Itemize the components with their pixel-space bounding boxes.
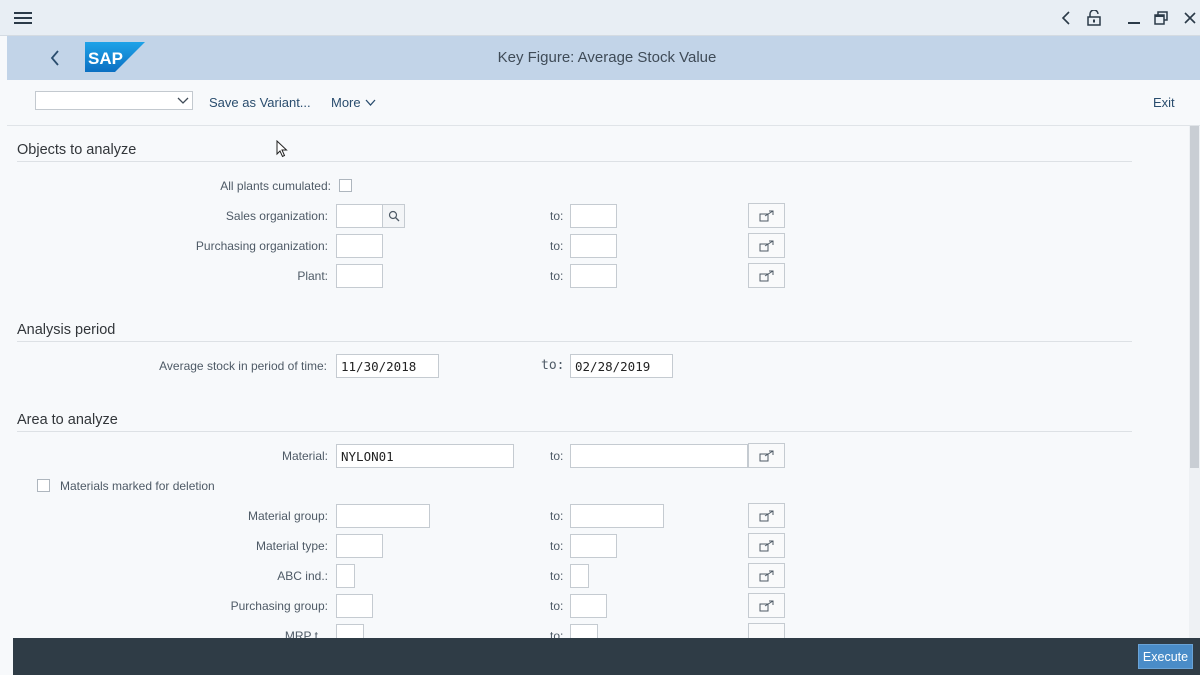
purch-group-to-input[interactable] [570, 594, 607, 618]
multiple-selection-icon[interactable] [748, 503, 785, 528]
material-to-label: to: [550, 449, 564, 463]
section-divider [17, 431, 1132, 432]
section-divider [17, 341, 1132, 342]
page-title: Key Figure: Average Stock Value [497, 49, 717, 66]
selection-screen: Objects to analyze All plants cumulated:… [7, 126, 1189, 638]
exit-button[interactable]: Exit [1153, 95, 1175, 110]
purch-group-to-label: to: [550, 599, 564, 613]
section-divider [17, 161, 1132, 162]
material-type-label: Material type: [255, 539, 328, 553]
multiple-selection-icon[interactable] [748, 623, 785, 638]
plant-to-label: to: [550, 269, 564, 283]
minimize-icon[interactable] [1122, 6, 1146, 30]
mrp-type-to-label: to: [550, 629, 564, 638]
purch-org-from-input[interactable] [336, 234, 383, 258]
multiple-selection-icon[interactable] [748, 233, 785, 258]
mrp-type-label: MRP t... [284, 629, 328, 638]
mouse-cursor-icon [276, 139, 288, 163]
window-titlebar [0, 0, 1200, 36]
purch-org-to-label: to: [550, 239, 564, 253]
mrp-type-from-input[interactable] [336, 624, 364, 638]
material-label: Material: [281, 449, 328, 463]
period-from-input[interactable] [336, 354, 439, 378]
material-type-to-label: to: [550, 539, 564, 553]
material-group-to-input[interactable] [570, 504, 664, 528]
abc-to-input[interactable] [570, 564, 589, 588]
sales-org-from-input[interactable] [336, 204, 383, 228]
material-from-input[interactable] [336, 444, 514, 468]
purch-org-label: Purchasing organization: [195, 239, 328, 253]
period-to-label: to: [541, 358, 565, 373]
more-label: More [331, 95, 361, 110]
sales-org-to-label: to: [550, 209, 564, 223]
multiple-selection-icon[interactable] [748, 263, 785, 288]
toolbar: Save as Variant... More Exit [7, 80, 1200, 126]
execute-button[interactable]: Execute [1138, 644, 1193, 669]
period-to-input[interactable] [570, 354, 673, 378]
material-group-label: Material group: [247, 509, 328, 523]
multiple-selection-icon[interactable] [748, 563, 785, 588]
mrp-type-to-input[interactable] [570, 624, 598, 638]
purch-org-to-input[interactable] [570, 234, 617, 258]
marked-deletion-checkbox[interactable] [37, 479, 50, 492]
menu-icon[interactable] [11, 6, 35, 30]
more-menu-button[interactable]: More [331, 95, 376, 110]
purch-group-label: Purchasing group: [230, 599, 328, 613]
all-plants-checkbox[interactable] [339, 179, 352, 192]
vertical-scrollbar[interactable] [1189, 126, 1200, 638]
sales-org-label: Sales organization: [225, 209, 328, 223]
material-to-input[interactable] [570, 444, 748, 468]
footer-bar: Execute [13, 638, 1200, 675]
multiple-selection-icon[interactable] [748, 593, 785, 618]
material-group-from-input[interactable] [336, 504, 430, 528]
multiple-selection-icon[interactable] [748, 203, 785, 228]
restore-icon[interactable] [1149, 6, 1173, 30]
variant-select[interactable] [35, 91, 193, 110]
close-icon[interactable] [1178, 6, 1200, 30]
plant-from-input[interactable] [336, 264, 383, 288]
save-as-variant-button[interactable]: Save as Variant... [209, 95, 311, 110]
scrollbar-thumb[interactable] [1190, 126, 1199, 468]
multiple-selection-icon[interactable] [748, 533, 785, 558]
material-group-to-label: to: [550, 509, 564, 523]
purch-group-from-input[interactable] [336, 594, 373, 618]
abc-ind-label: ABC ind.: [277, 569, 328, 583]
chevron-down-icon [365, 99, 376, 106]
section-objects-title: Objects to analyze [17, 142, 137, 158]
material-type-from-input[interactable] [336, 534, 383, 558]
all-plants-label: All plants cumulated: [220, 179, 331, 193]
shell-bar: SAP Key Figure: Average Stock Value [7, 36, 1200, 80]
sales-org-to-input[interactable] [570, 204, 617, 228]
multiple-selection-icon[interactable] [748, 443, 785, 468]
avg-stock-period-label: Average stock in period of time: [159, 359, 327, 373]
abc-from-input[interactable] [336, 564, 355, 588]
plant-label: Plant: [297, 269, 328, 283]
chevron-down-icon [177, 94, 189, 112]
material-type-to-input[interactable] [570, 534, 617, 558]
section-area-title: Area to analyze [17, 412, 118, 428]
plant-to-input[interactable] [570, 264, 617, 288]
abc-to-label: to: [550, 569, 564, 583]
search-help-icon[interactable] [383, 204, 405, 228]
marked-deletion-label: Materials marked for deletion [60, 479, 215, 493]
unlock-icon[interactable] [1082, 6, 1106, 30]
chevron-left-icon[interactable] [1054, 6, 1078, 30]
section-period-title: Analysis period [17, 322, 116, 338]
